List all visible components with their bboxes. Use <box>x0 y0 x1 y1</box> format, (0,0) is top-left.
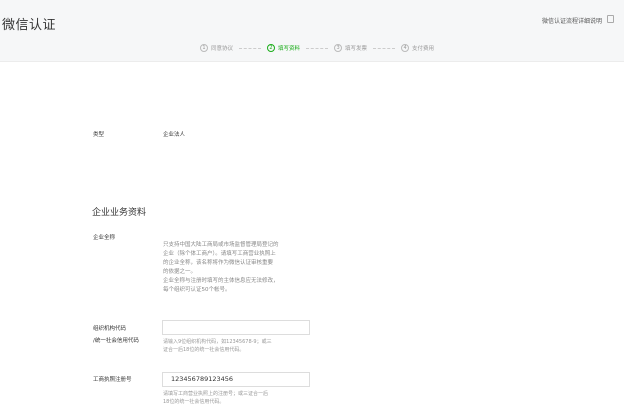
certification-help-link[interactable]: 微信认证流程详细说明 <box>542 16 602 25</box>
desc-line: 每个组织可认证50个帐号。 <box>163 287 231 293</box>
step-number: 1 <box>200 44 208 52</box>
desc-line: 企业全称与注册时填写的主体信息应无法修改， <box>163 278 279 284</box>
org-code-label-line: /统一社会信用代码 <box>93 338 139 344</box>
progress-steps: 1 同意协议 2 填写资料 3 填写发票 4 支付费用 <box>200 42 434 54</box>
org-code-hint: 请输入9位组织机构代码，如12345678-9；或三 证合一后18位的统一社会信… <box>163 338 313 354</box>
step-number: 3 <box>334 44 343 52</box>
org-code-label: 组织机构代码 /统一社会信用代码 <box>93 324 139 344</box>
top-header: 微信认证 微信认证流程详细说明 1 同意协议 2 填写资料 3 填写发票 4 支… <box>0 0 624 62</box>
type-value: 企业法人 <box>163 132 186 138</box>
reg-no-label: 工商执照注册号 <box>93 377 132 383</box>
section-title: 企业业务资料 <box>92 208 147 218</box>
reg-no-hint: 请填写工商营业执照上的注册号；或三证合一后 18位的统一社会信用代码。 <box>163 390 313 406</box>
step-invoice: 3 填写发票 <box>334 44 367 52</box>
company-name-description: 只支持中国大陆工商局或市场监督管理局登记的 企业（除个体工商户）。请填写工商营业… <box>163 241 313 295</box>
step-payment: 4 支付费用 <box>401 44 434 52</box>
type-label: 类型 <box>93 132 105 138</box>
desc-line: 的企业全称，该名称将作为微信认证审核重要 <box>163 260 274 266</box>
desc-line: 的依据之一。 <box>163 269 197 275</box>
hint-line: 18位的统一社会信用代码。 <box>163 399 225 405</box>
step-divider <box>239 47 262 49</box>
hint-line: 请输入9位组织机构代码，如12345678-9；或三 <box>163 339 272 345</box>
step-fill-info: 2 填写资料 <box>267 44 300 52</box>
step-label: 同意协议 <box>211 46 234 52</box>
step-divider <box>306 47 329 49</box>
step-number: 4 <box>401 44 410 52</box>
step-agree: 1 同意协议 <box>200 44 233 52</box>
step-label: 支付费用 <box>412 46 435 52</box>
step-divider <box>373 47 396 49</box>
org-code-label-line: 组织机构代码 <box>93 326 127 332</box>
document-icon[interactable] <box>607 15 614 23</box>
hint-line: 请填写工商营业执照上的注册号；或三证合一后 <box>163 391 269 397</box>
company-name-label: 企业全称 <box>93 235 116 241</box>
desc-line: 只支持中国大陆工商局或市场监督管理局登记的 <box>163 242 279 248</box>
org-code-input[interactable] <box>162 320 310 335</box>
reg-no-input[interactable]: 123456789123456 <box>162 372 310 387</box>
page-title: 微信认证 <box>2 18 57 33</box>
desc-line: 企业（除个体工商户）。请填写工商营业执照上 <box>163 251 276 257</box>
step-label: 填写资料 <box>278 46 301 52</box>
step-number: 2 <box>267 44 276 52</box>
hint-line: 证合一后18位的统一社会信用代码。 <box>163 347 245 353</box>
step-label: 填写发票 <box>345 46 368 52</box>
